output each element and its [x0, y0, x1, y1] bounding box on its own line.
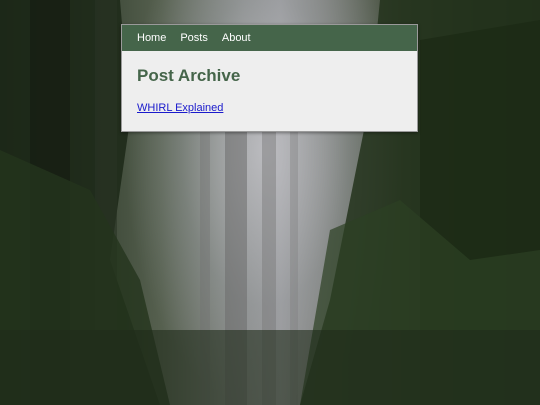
nav-home-link[interactable]: Home	[137, 32, 166, 44]
page-title: Post Archive	[137, 66, 241, 85]
main-content: Post Archive WHIRL Explained	[122, 51, 417, 116]
post-archive-card: Home Posts About Post Archive WHIRL Expl…	[121, 24, 418, 132]
top-navigation: Home Posts About	[122, 25, 417, 51]
post-link-whirl-explained[interactable]: WHIRL Explained	[137, 102, 223, 114]
nav-about-link[interactable]: About	[222, 32, 251, 44]
nav-posts-link[interactable]: Posts	[180, 32, 208, 44]
